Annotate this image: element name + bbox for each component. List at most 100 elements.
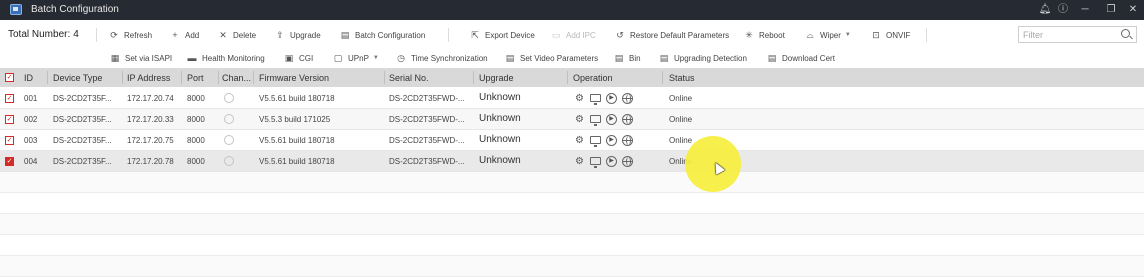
column-header-operation[interactable]: Operation [573,73,613,83]
total-count: 4 [73,29,79,40]
toolbar-upnp-button[interactable]: ▢ UPnP ▼ [333,51,379,65]
close-icon: ✕ [219,30,227,40]
port: 8000 [187,136,205,145]
bin-icon: ▤ [614,53,624,63]
toolbar-label: UPnP [348,53,369,63]
toolbar-cgi-button[interactable]: ▣ CGI [284,51,314,65]
column-divider[interactable] [473,71,474,84]
toolbar-delete-button[interactable]: ✕ Delete [218,28,256,42]
toolbar-restore-default-parameters-button[interactable]: ↺ Restore Default Parameters [615,28,729,42]
column-divider[interactable] [218,71,219,84]
upnp-icon: ▢ [333,53,343,63]
gear-icon[interactable]: ⚙ [574,135,585,146]
column-divider[interactable] [181,71,182,84]
ip-address: 172.17.20.75 [127,136,174,145]
ip-address: 172.17.20.74 [127,94,174,103]
toolbar-wiper-button[interactable]: ⌓ Wiper ▼ [805,28,850,42]
column-divider[interactable] [122,71,123,84]
web-browser-globe-icon[interactable] [622,135,633,146]
restore-button[interactable]: ❐ [1103,2,1119,18]
table-row[interactable]: ✓ 002 DS-2CD2T35F... 172.17.20.33 8000 V5.5.3… [0,109,1144,130]
column-header-status[interactable]: Status [669,73,695,83]
toolbar-batch-configuration-button[interactable]: ▤ Batch Configuration [340,28,426,42]
web-browser-globe-icon[interactable] [622,93,633,104]
channel-icon[interactable] [224,135,234,145]
channel-icon[interactable] [224,156,234,166]
toolbar-add-button[interactable]: + Add [170,28,199,42]
channel-icon[interactable] [224,93,234,103]
toolbar-label: Reboot [759,30,785,40]
column-header-ip-address[interactable]: IP Address [127,73,170,83]
serial-number: DS-2CD2T35FWD-... [389,136,465,145]
toolbar-health-monitoring-button[interactable]: ▬ Health Monitoring [187,51,265,65]
column-header-id[interactable]: ID [24,73,33,83]
batch-config-icon: ▤ [340,30,350,40]
table-row[interactable]: ✓ 001 DS-2CD2T35F... 172.17.20.74 8000 V5.5.6… [0,88,1144,109]
toolbar-download-cert-button[interactable]: ▤ Download Cert [767,51,835,65]
column-header-serial-no[interactable]: Serial No. [389,73,429,83]
toolbar-time-synchronization-button[interactable]: ◷ Time Synchronization [396,51,488,65]
upgrade-status: Unknown [479,134,521,145]
column-header-upgrade[interactable]: Upgrade [479,73,514,83]
gear-icon[interactable]: ⚙ [574,156,585,167]
column-divider[interactable] [253,71,254,84]
column-divider[interactable] [384,71,385,84]
table-row[interactable]: ✓ 003 DS-2CD2T35F... 172.17.20.75 8000 V5.5.6… [0,130,1144,151]
remote-config-monitor-icon[interactable] [590,157,601,168]
remote-config-monitor-icon[interactable] [590,115,601,126]
toolbar-export-device-button[interactable]: ⇱ Export Device [470,28,535,42]
select-all-checkbox[interactable]: ✓ [5,73,14,82]
toolbar-refresh-button[interactable]: ⟳ Refresh [109,28,152,42]
cert-icon: ▤ [767,53,777,63]
toolbar-reboot-button[interactable]: ✳ Reboot [744,28,785,42]
column-header-chan[interactable]: Chan... [222,73,251,83]
toolbar-label: Add [185,30,200,40]
detection-icon: ▤ [659,53,669,63]
cgi-icon: ▣ [284,53,294,63]
remote-config-monitor-icon[interactable] [590,136,601,147]
device-id: 003 [24,136,38,145]
filter-input[interactable] [1019,27,1115,42]
filter-box[interactable] [1018,26,1137,43]
toolbar-label: Export Device [485,30,535,40]
remote-config-monitor-icon[interactable] [590,94,601,105]
column-header-firmware-version[interactable]: Firmware Version [259,73,329,83]
toolbar-set-via-isapi-button[interactable]: ▦ Set via ISAPI [110,51,172,65]
play-icon[interactable]: ▶ [606,135,617,146]
web-browser-globe-icon[interactable] [622,156,633,167]
play-icon[interactable]: ▶ [606,156,617,167]
toolbar-add-ipc-button[interactable]: ▭ Add IPC [551,28,596,42]
channel-icon[interactable] [224,114,234,124]
upgrade-status: Unknown [479,155,521,166]
close-button[interactable]: ✕ [1125,2,1141,18]
gear-icon[interactable]: ⚙ [574,114,585,125]
upgrade-status: Unknown [479,92,521,103]
toolbar-bin-button[interactable]: ▤ Bin [614,51,641,65]
row-checkbox[interactable]: ✓ [5,136,14,145]
column-header-port[interactable]: Port [187,73,204,83]
minimize-button[interactable]: ─ [1077,2,1093,18]
toolbar-upgrade-button[interactable]: ⇪ Upgrade [275,28,320,42]
toolbar: Total Number: 4 ⟳ Refresh + Add ✕ Delete ⇪ Upgra… [0,20,1144,68]
online-status: Online [669,115,693,124]
toolbar-upgrading-detection-button[interactable]: ▤ Upgrading Detection [659,51,747,65]
play-icon[interactable]: ▶ [606,93,617,104]
bell-icon[interactable]: 🔔︎ [1037,2,1053,18]
toolbar-onvif-button[interactable]: ⊡ ONVIF [871,28,910,42]
gear-icon[interactable]: ⚙ [574,93,585,104]
row-checkbox[interactable]: ✓ [5,115,14,124]
web-browser-globe-icon[interactable] [622,114,633,125]
row-checkbox[interactable]: ✓ [5,157,14,166]
search-icon[interactable] [1121,29,1130,38]
info-icon[interactable]: ⓘ [1055,2,1071,18]
column-divider[interactable] [662,71,663,84]
port: 8000 [187,115,205,124]
toolbar-set-video-parameters-button[interactable]: ▤ Set Video Parameters [505,51,598,65]
column-header-device-type[interactable]: Device Type [53,73,102,83]
play-icon[interactable]: ▶ [606,114,617,125]
column-divider[interactable] [47,71,48,84]
empty-row [0,193,1144,214]
column-divider[interactable] [567,71,568,84]
table-row[interactable]: ✓ 004 DS-2CD2T35F... 172.17.20.78 8000 V5.5.6… [0,151,1144,172]
row-checkbox[interactable]: ✓ [5,94,14,103]
